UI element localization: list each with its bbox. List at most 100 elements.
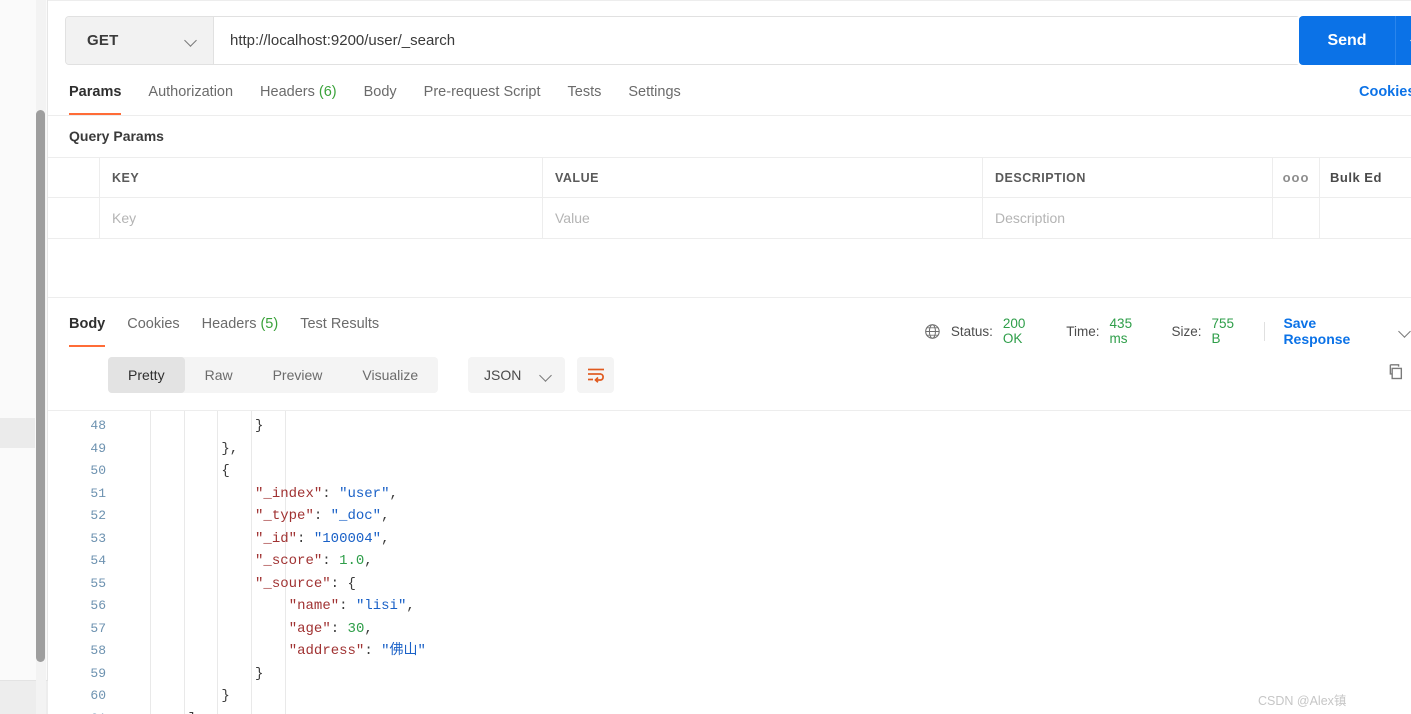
line-number: 52: [90, 508, 106, 523]
code-token: :: [364, 643, 382, 659]
code-text: },: [221, 438, 238, 461]
code-token: :: [322, 485, 340, 502]
word-wrap-button[interactable]: [577, 357, 614, 393]
response-body-code[interactable]: 48} 49}, 50{51 "_index": "user", 52 "_type": …: [48, 410, 1411, 714]
tab-count-badge: (6): [314, 84, 337, 100]
postman-window: GET Send Params Authorization Headers (6) B…: [0, 0, 1411, 714]
response-tab-headers[interactable]: Headers (5): [202, 310, 279, 347]
cookies-link[interactable]: Cookies: [1359, 84, 1411, 100]
row-checkbox-cell[interactable]: [48, 198, 100, 238]
code-token: "_score": [255, 553, 323, 569]
request-tab-settings[interactable]: Settings: [628, 78, 680, 115]
code-token: ,: [389, 485, 398, 502]
table-header-row: KEY VALUE DESCRIPTION ooo Bulk Ed: [48, 158, 1411, 198]
line-number: 53: [90, 530, 106, 546]
code-token: }: [221, 688, 230, 704]
url-bar: GET: [65, 16, 1300, 65]
code-line: 49},: [48, 438, 1411, 461]
param-value-input[interactable]: Value: [543, 198, 983, 238]
code-line: 53 "_id": "100004",: [48, 528, 1411, 551]
column-header-value: VALUE: [543, 158, 983, 197]
code-token: "age": [288, 620, 331, 637]
code-token: },: [221, 440, 239, 457]
bulk-edit-button[interactable]: Bulk Ed: [1320, 158, 1411, 197]
size-value: 755 B: [1211, 316, 1234, 346]
param-key-input[interactable]: Key: [100, 198, 543, 238]
section-divider: [48, 297, 1411, 298]
response-tab-cookies[interactable]: Cookies: [127, 310, 179, 347]
http-method-label: GET: [87, 32, 119, 49]
column-header-key: KEY: [100, 158, 543, 197]
code-token: "user": [339, 485, 390, 502]
globe-icon: [925, 323, 940, 339]
line-number: 49: [90, 440, 106, 456]
response-format-select[interactable]: JSON: [468, 357, 565, 393]
response-view-mode-group: Pretty Raw Preview Visualize: [108, 357, 439, 393]
code-text: "age": 30,: [289, 618, 373, 641]
request-url-input[interactable]: [214, 17, 1299, 64]
code-token: "_type": [255, 508, 314, 524]
code-token: ,: [381, 508, 390, 524]
view-mode-pretty[interactable]: Pretty: [108, 357, 185, 393]
sidebar-scrollbar-thumb[interactable]: [36, 110, 45, 662]
view-mode-visualize[interactable]: Visualize: [342, 357, 438, 393]
request-tab-tests[interactable]: Tests: [568, 78, 602, 115]
bulk-edit-label: Bulk Ed: [1330, 170, 1382, 185]
code-token: ]: [188, 711, 196, 714]
response-tab-body[interactable]: Body: [69, 310, 106, 347]
status-value: 200 OK: [1002, 316, 1026, 346]
copy-icon: [1389, 364, 1403, 380]
line-number: 61: [48, 708, 106, 714]
send-options-button[interactable]: [1395, 16, 1411, 65]
chevron-down-icon: [186, 35, 197, 46]
request-tab-pre-request-script[interactable]: Pre-request Script: [424, 78, 541, 115]
code-line: 50 {: [48, 460, 1411, 483]
code-line: 54 "_score": 1.0,: [48, 550, 1411, 573]
request-tab-authorization[interactable]: Authorization: [148, 78, 233, 115]
request-tab-headers[interactable]: Headers (6): [260, 78, 337, 115]
code-text: "address": "佛山": [289, 640, 426, 663]
code-line: 58 "address": "佛山": [48, 640, 1411, 663]
column-header-description: DESCRIPTION: [983, 158, 1273, 197]
code-token: "_source": [255, 575, 331, 592]
code-token: :: [313, 508, 331, 524]
code-text: }: [255, 415, 263, 438]
view-mode-raw[interactable]: Raw: [185, 357, 253, 393]
code-line: 59}: [48, 663, 1411, 686]
code-text: "_id": "100004",: [255, 528, 389, 551]
line-number: 56: [90, 598, 106, 613]
view-mode-preview[interactable]: Preview: [253, 357, 343, 393]
request-tab-body[interactable]: Body: [364, 78, 397, 115]
query-params-table: KEY VALUE DESCRIPTION ooo Bulk Ed Key Va…: [48, 157, 1411, 239]
row-spacer-cell: [1320, 198, 1411, 238]
save-response-button[interactable]: Save Response: [1283, 315, 1386, 347]
code-token: ,: [406, 598, 415, 614]
tab-count-badge: (5): [256, 316, 279, 332]
code-text: }: [221, 685, 229, 708]
chevron-down-icon[interactable]: [1400, 326, 1411, 337]
request-tab-params[interactable]: Params: [69, 78, 122, 115]
select-all-checkbox-cell[interactable]: [48, 158, 100, 197]
response-tab-test-results[interactable]: Test Results: [300, 310, 379, 347]
send-button[interactable]: Send: [1299, 16, 1395, 65]
param-description-input[interactable]: Description: [983, 198, 1273, 238]
code-text: "_type": "_doc",: [255, 505, 389, 528]
code-token: }: [255, 418, 264, 434]
line-number: 55: [90, 575, 106, 591]
code-token: {: [221, 463, 230, 479]
line-number: 60: [90, 688, 106, 703]
http-method-select[interactable]: GET: [66, 17, 214, 64]
code-token: "_id": [255, 530, 298, 547]
code-line: 57 "age": 30,: [48, 618, 1411, 641]
time-label: Time:: [1066, 323, 1100, 339]
code-token: ,: [364, 553, 373, 569]
code-token: 30: [347, 620, 365, 637]
word-wrap-icon: [587, 368, 604, 383]
column-options-button[interactable]: ooo: [1273, 158, 1320, 197]
sidebar-highlight-block: [0, 418, 35, 448]
code-token: "佛山": [381, 643, 426, 659]
line-number: 48: [90, 418, 106, 433]
code-token: {: [347, 575, 356, 592]
copy-button[interactable]: [1383, 362, 1405, 389]
status-divider: [1264, 321, 1266, 341]
